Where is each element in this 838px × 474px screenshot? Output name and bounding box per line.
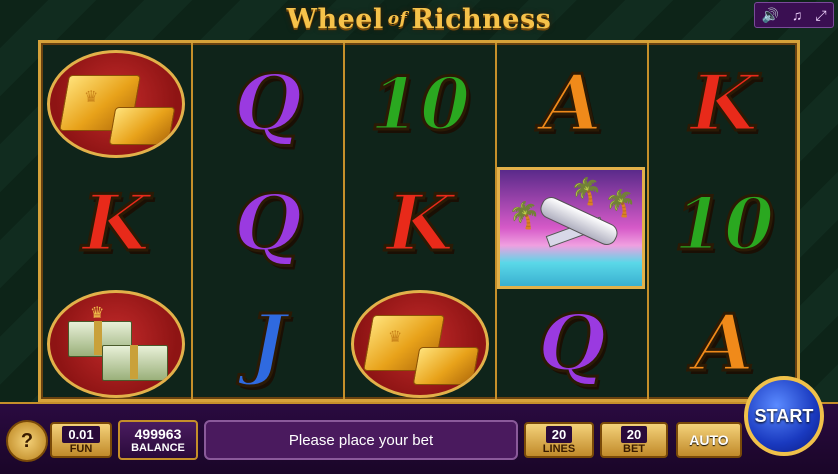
symbol-private-jet: 🌴 🌴 🌴 [497,167,645,289]
reel-grid: ♛ K ♛ QQJ 10 K ♛ A 🌴 🌴 🌴 Q K 10 A [38,40,800,402]
reel-cell: J [193,285,343,403]
symbol-k: K [385,178,456,269]
symbol-10: 10 [672,181,775,266]
reel-1: ♛ K ♛ [41,43,191,399]
bet-value: 20 [620,425,648,443]
reel-cell: ♛ [41,285,191,403]
reel-cell: Q [497,285,647,403]
reel-cell: A [497,45,647,163]
symbol-a: A [692,298,756,389]
symbol-k: K [689,58,760,149]
top-controls: 🔊 ♫ ⤢ [754,2,834,28]
lines-button[interactable]: 20 LINES [524,422,594,458]
coin-value-button[interactable]: 0.01 FUN [50,422,112,458]
auto-button[interactable]: AUTO [676,422,742,458]
gold-bar-icon [108,107,176,145]
reel-cell: ♛ [41,45,191,163]
reel-cell: 10 [345,45,495,163]
help-label: ? [20,429,34,452]
reel-cell: K [345,165,495,283]
auto-label: AUTO [689,432,729,448]
symbol-gold-bars: ♛ [47,50,185,158]
title-word-1: Wheel [286,3,384,35]
palm-icon: 🌴 [508,200,541,230]
title-word-2: of [387,9,408,29]
symbol-q: Q [233,58,304,149]
symbol-cash-stacks: ♛ [47,290,185,398]
coin-label: FUN [69,442,93,455]
crown-icon: ♛ [90,305,105,322]
reel-2: QQJ [191,43,343,399]
reel-cell: Q [193,165,343,283]
lines-label: LINES [542,442,576,455]
reel-cell: K [41,165,191,283]
palm-icon: 🌴 [604,188,637,218]
music-note-icon[interactable]: ♫ [792,7,803,23]
reel-cell: 10 [649,165,799,283]
balance-value: 499963 [134,426,182,442]
reel-5: K 10 A [647,43,799,399]
game-title: Wheel of Richness [0,0,838,38]
symbol-j: J [248,298,288,389]
help-button[interactable]: ? [6,420,48,462]
start-label: START [754,405,814,426]
status-message: Please place your bet [204,420,518,460]
symbol-q: Q [537,298,608,389]
reel-cell: ♛ [345,285,495,403]
fullscreen-icon[interactable]: ⤢ [815,7,826,24]
bet-label: BET [623,442,645,455]
symbol-q: Q [233,178,304,269]
symbol-k: K [81,178,152,269]
balance-display: 499963 BALANCE [118,420,198,460]
crown-icon: ♛ [84,89,99,106]
reel-cell: Q [193,45,343,163]
gold-bar-icon [412,347,480,385]
coin-value: 0.01 [62,425,100,443]
symbol-gold-bars: ♛ [351,290,489,398]
title-word-3: Richness [411,3,552,35]
palm-icon: 🌴 [570,176,603,206]
cash-band [130,345,138,379]
symbol-10: 10 [368,61,471,146]
reel-4: A 🌴 🌴 🌴 Q [495,43,647,399]
speaker-icon[interactable]: 🔊 [761,7,778,24]
symbol-a: A [540,58,604,149]
reel-cell: K [649,45,799,163]
reel-3: 10 K ♛ [343,43,495,399]
start-button[interactable]: START [744,376,824,456]
lines-value: 20 [545,425,573,443]
cash-band [94,321,102,355]
bet-button[interactable]: 20 BET [600,422,668,458]
balance-label: BALANCE [131,442,185,454]
crown-icon: ♛ [388,329,403,346]
